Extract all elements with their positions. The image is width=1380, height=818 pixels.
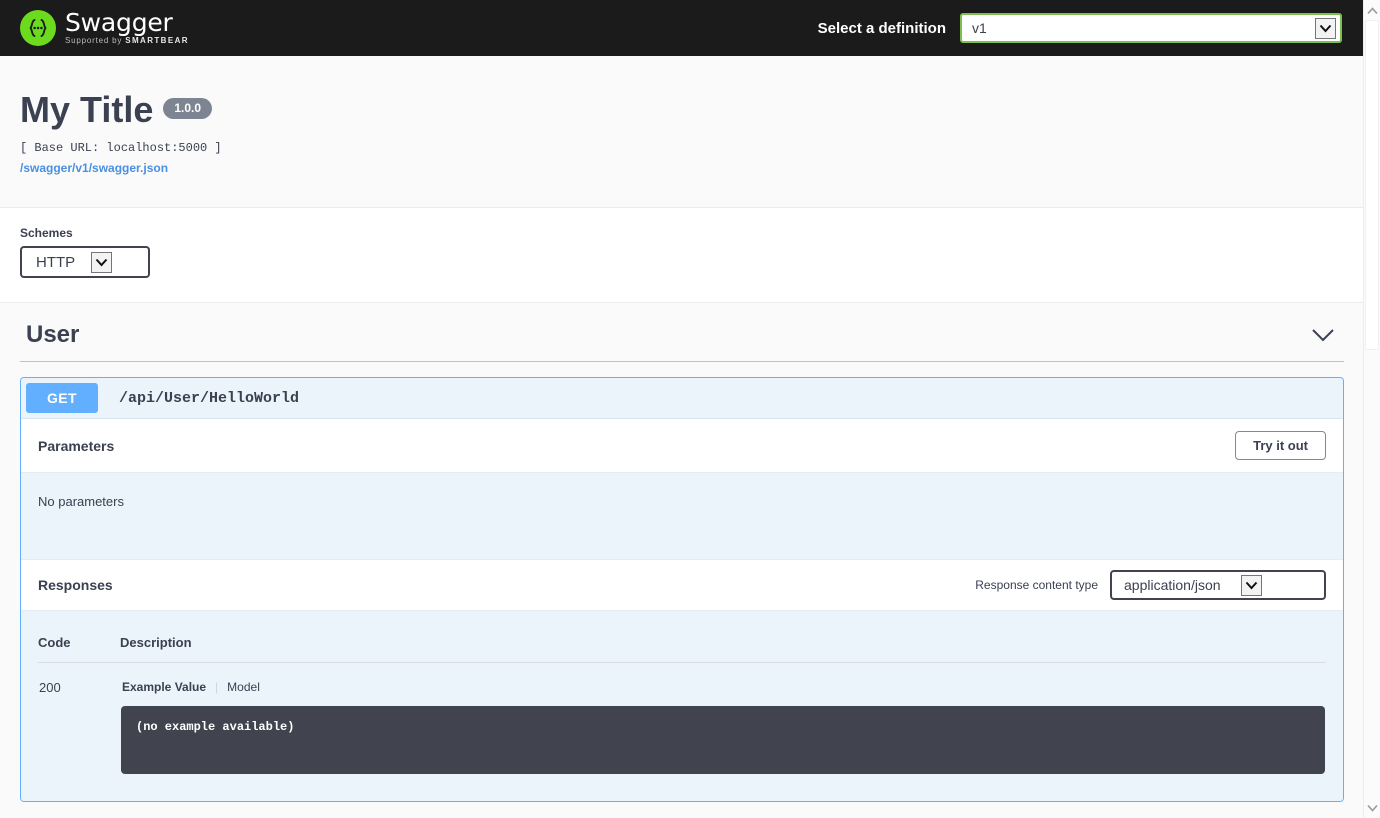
browser-viewport: Swagger Supported by SMARTBEAR Select a … (0, 0, 1380, 818)
scrollbar-down-arrow[interactable] (1364, 799, 1380, 816)
topbar: Swagger Supported by SMARTBEAR Select a … (0, 0, 1364, 56)
definition-label: Select a definition (817, 19, 946, 37)
schemes-select[interactable]: HTTP (20, 246, 151, 278)
api-title-row: My Title 1.0.0 (20, 92, 1344, 128)
tab-example-value[interactable]: Example Value (122, 680, 206, 694)
column-header-code: Code (38, 627, 120, 663)
chevron-down-icon[interactable] (1240, 574, 1262, 596)
parameters-header: Parameters Try it out (21, 419, 1343, 473)
operation-body: Parameters Try it out No parameters Resp… (21, 418, 1343, 801)
tab-model[interactable]: Model (227, 680, 260, 694)
chevron-down-icon[interactable] (1315, 17, 1336, 39)
logo-subtitle: Supported by SMARTBEAR (65, 35, 189, 45)
column-header-description: Description (120, 627, 1326, 663)
schemes-section: Schemes HTTP (0, 207, 1364, 303)
tab-divider: | (215, 680, 219, 694)
responses-body: Code Description 200 Example Value | Mod… (21, 611, 1343, 801)
page-title: My Title (20, 89, 154, 130)
response-content-type-label: Response content type (975, 578, 1098, 592)
responses-title: Responses (38, 577, 113, 593)
page-scrollbar[interactable] (1363, 0, 1380, 818)
table-header-row: Code Description (38, 627, 1326, 663)
table-row: 200 Example Value | Model (no example av… (38, 663, 1326, 776)
response-description-cell: Example Value | Model (no example availa… (120, 663, 1326, 776)
swagger-ui-page: Swagger Supported by SMARTBEAR Select a … (0, 0, 1364, 818)
definition-select[interactable]: v1 (960, 13, 1342, 43)
tag-section-user: User GET /api/User/HelloWorld Parameters… (0, 303, 1364, 802)
swagger-braces-icon (20, 10, 56, 46)
schemes-label: Schemes (20, 226, 73, 240)
api-info: My Title 1.0.0 [ Base URL: localhost:500… (0, 56, 1364, 207)
base-url: [ Base URL: localhost:5000 ] (20, 141, 222, 155)
response-code: 200 (39, 680, 61, 695)
responses-table: Code Description 200 Example Value | Mod… (38, 627, 1326, 775)
logo-title: Swagger (65, 7, 173, 37)
tag-header-user[interactable]: User (20, 303, 1344, 362)
no-parameters-text: No parameters (38, 494, 124, 509)
scrollbar-thumb[interactable] (1365, 20, 1379, 350)
parameters-title: Parameters (38, 437, 115, 454)
scrollbar-up-arrow[interactable] (1364, 2, 1380, 19)
chevron-down-icon[interactable] (1310, 327, 1336, 343)
responses-header: Responses Response content type applicat… (21, 559, 1343, 611)
logo-sub-prefix: Supported by (65, 35, 126, 45)
response-content-type-group: Response content type application/json (975, 570, 1326, 600)
tag-name: User (26, 321, 80, 348)
parameters-body: No parameters (21, 473, 1343, 559)
chevron-down-icon[interactable] (91, 251, 113, 273)
schemes-select-value: HTTP (36, 253, 76, 271)
example-model-tabs: Example Value | Model (121, 680, 1325, 694)
operation-path: /api/User/HelloWorld (119, 389, 300, 407)
definition-select-value: v1 (972, 20, 987, 36)
try-it-out-button[interactable]: Try it out (1235, 431, 1326, 460)
logo-sub-brand: SMARTBEAR (125, 35, 189, 45)
operation-summary[interactable]: GET /api/User/HelloWorld (21, 378, 1343, 418)
operation-get-helloworld: GET /api/User/HelloWorld Parameters Try … (20, 377, 1344, 802)
response-content-type-value: application/json (1124, 577, 1221, 593)
swagger-logo[interactable]: Swagger Supported by SMARTBEAR (20, 10, 189, 47)
definition-selector-group: Select a definition v1 (818, 0, 1342, 56)
example-value-code: (no example available) (121, 706, 1325, 774)
version-badge: 1.0.0 (163, 98, 213, 119)
http-method-badge: GET (26, 383, 98, 413)
response-content-type-select[interactable]: application/json (1110, 570, 1326, 600)
spec-json-link[interactable]: /swagger/v1/swagger.json (20, 161, 168, 175)
